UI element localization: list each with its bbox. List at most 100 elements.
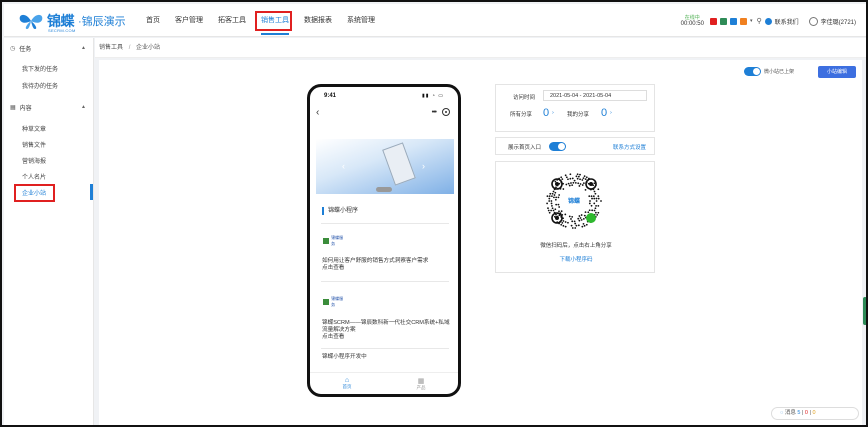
collapse-icon: ▲ — [81, 104, 86, 110]
sidebar-item-articles[interactable]: 种草文章 — [22, 124, 46, 133]
blue-app-icon[interactable] — [729, 17, 737, 25]
message-count-blue: 5 — [797, 410, 801, 416]
message-counter[interactable]: ◌ 消息 5 | 0 | 0 — [771, 407, 859, 420]
site-published-toggle[interactable]: 微小站已上架 — [744, 67, 794, 76]
message-separator: | — [801, 410, 804, 416]
tab-label: 产品 — [416, 385, 426, 390]
download-code-link[interactable]: 下载小程序码 — [496, 255, 656, 263]
tab-home[interactable]: ⌂ 首页 — [310, 373, 384, 394]
nav-system-management[interactable]: 系统管理 — [347, 4, 375, 37]
breadcrumb-parent[interactable]: 销售工具 — [99, 45, 123, 51]
sidebar: ◷ 任务 ▲ 我下发的任务 我待办的任务 ▦ 内容 ▲ 种草文章 销售文件 营销… — [4, 38, 94, 425]
tab-label: 首页 — [342, 384, 352, 389]
banner-image[interactable]: ‹ › — [316, 139, 454, 194]
sidebar-item-sales-files[interactable]: 销售文件 — [22, 140, 46, 149]
banner-pager — [376, 187, 392, 192]
sidebar-group-tasks[interactable]: ◷ 任务 ▲ — [4, 42, 92, 54]
search-icon[interactable]: ⚲ — [756, 17, 761, 25]
article-cta[interactable]: 点击查看 — [322, 334, 452, 341]
site-edit-button[interactable]: 小站编辑 — [818, 66, 856, 78]
nav-prospecting-tools[interactable]: 拓客工具 — [218, 4, 246, 37]
online-timer: 在线中 00:00:50 — [681, 15, 704, 27]
chevron-right-icon[interactable]: › — [552, 110, 554, 116]
sidebar-item-posters[interactable]: 营销海报 — [22, 156, 46, 165]
grid-icon: ▦ — [10, 104, 16, 111]
highlight-box-nav — [255, 11, 292, 31]
dropdown-caret-icon[interactable]: ▾ — [750, 18, 753, 24]
contact-icon — [764, 17, 772, 25]
banner-prev-icon[interactable]: ‹ — [342, 161, 345, 171]
qr-hint-text: 微信扫码后，点击右上角分享 — [540, 243, 612, 249]
app-window: 锦蝶 SECRM.COM ·锦辰演示 首页 客户管理 拓客工具 销售工具 数据报… — [0, 0, 868, 427]
user-avatar-icon[interactable] — [808, 16, 818, 26]
stats-panel: 访问时间 2021-05-04 - 2021-05-04 所有分享 0 › 我的… — [495, 84, 655, 132]
tab-products[interactable]: ▦ 产品 — [384, 373, 458, 394]
entry-label: 展示首页入口 — [508, 145, 542, 151]
logo-mark-icon — [323, 238, 330, 244]
sidebar-item-my-issued-tasks[interactable]: 我下发的任务 — [22, 64, 58, 73]
all-share-value[interactable]: 0 — [543, 107, 549, 119]
wechat-badge-icon — [586, 213, 596, 223]
back-arrow-icon[interactable]: ‹ — [316, 107, 319, 118]
my-share-label: 我的分享 — [567, 112, 590, 118]
capsule-menu[interactable]: ••• — [432, 108, 450, 116]
chevron-right-icon[interactable]: › — [610, 110, 612, 116]
sidebar-item-business-card[interactable]: 个人名片 — [22, 172, 46, 181]
my-share-value[interactable]: 0 — [601, 107, 607, 119]
orange-app-icon[interactable] — [739, 17, 747, 25]
article-logo: 锦蝶服务 — [323, 235, 345, 246]
article-cta[interactable]: 点击查看 — [322, 265, 452, 272]
home-icon: ⌂ — [344, 377, 350, 384]
more-dots-icon[interactable]: ••• — [432, 109, 437, 116]
nav-home[interactable]: 首页 — [146, 4, 160, 37]
user-name[interactable]: 李佳璐(2721) — [821, 17, 856, 26]
nav-data-reports[interactable]: 数据报表 — [304, 4, 332, 37]
butterfly-logo-icon — [19, 14, 43, 29]
contact-us-link[interactable]: 联系我们 — [775, 17, 799, 26]
date-range-input[interactable]: 2021-05-04 - 2021-05-04 — [543, 90, 647, 101]
banner-next-icon[interactable]: › — [422, 161, 425, 171]
message-count-red: 0 — [804, 410, 808, 416]
app-logo[interactable]: 锦蝶 SECRM.COM ·锦辰演示 — [18, 11, 126, 33]
article-logo-text: 锦蝶服务 — [331, 235, 344, 246]
divider — [321, 281, 449, 282]
scrollbar-thumb[interactable] — [863, 297, 866, 325]
chat-icon: ◌ — [780, 410, 784, 416]
sidebar-group-content[interactable]: ▦ 内容 ▲ — [4, 101, 92, 113]
main-content: 微小站已上架 小站编辑 9:41 ▮▮ ◔ ▭ ‹ ••• ‹ › 锦蝶小程序 … — [99, 60, 862, 425]
sidebar-group-label: 内容 — [19, 105, 32, 112]
article-title[interactable]: 锦蝶SCRM——锦辰数科新一代社交CRM系统+私域流量解决方案 — [322, 320, 452, 334]
phone-tab-bar: ⌂ 首页 ▦ 产品 — [310, 372, 458, 394]
active-indicator — [90, 184, 93, 200]
article-logo-text: 锦蝶服务 — [331, 296, 344, 307]
entry-toggle-switch[interactable] — [549, 142, 566, 151]
footer-note: 锦蝶小程序开发中 — [322, 354, 367, 360]
message-count-orange: 0 — [812, 410, 816, 416]
brand-domain: SECRM.COM — [48, 28, 76, 33]
homepage-entry-panel: 展示首页入口 联系方式设置 — [495, 137, 655, 155]
divider — [321, 348, 449, 349]
nav-customer-management[interactable]: 客户管理 — [175, 4, 203, 37]
mini-program-code-image: 锦蝶 — [543, 170, 605, 232]
red-app-icon[interactable] — [709, 17, 717, 25]
logo-mark-icon — [323, 299, 330, 305]
message-label: 消息 — [784, 410, 796, 416]
phone-time: 9:41 — [324, 93, 337, 99]
close-target-icon[interactable] — [442, 108, 450, 116]
signal-wifi-battery-icon: ▮▮ ◔ ▭ — [421, 93, 444, 99]
breadcrumb-separator: / — [128, 45, 131, 51]
phone-preview: 9:41 ▮▮ ◔ ▭ ‹ ••• ‹ › 锦蝶小程序 锦蝶服务 如何用让客户舒… — [307, 84, 461, 397]
message-separator: | — [809, 410, 811, 416]
article-title[interactable]: 如何用让客户舒服的销售方式洞察客户需求 — [322, 258, 452, 265]
grid-icon: ▦ — [417, 378, 425, 385]
all-share-label: 所有分享 — [510, 112, 533, 118]
qr-code-panel: 锦蝶 微信扫码后，点击右上角分享 下载小程序码 — [495, 161, 655, 273]
article-logo: 锦蝶服务 — [323, 296, 345, 307]
toggle-switch[interactable] — [744, 67, 761, 76]
clock-icon: ◷ — [10, 45, 16, 52]
sidebar-item-my-todo-tasks[interactable]: 我待办的任务 — [22, 81, 58, 90]
sidebar-group-label: 任务 — [19, 46, 32, 53]
breadcrumb-current: 企业小站 — [136, 45, 161, 51]
contact-settings-link[interactable]: 联系方式设置 — [613, 143, 646, 151]
green-app-icon[interactable] — [719, 17, 727, 25]
